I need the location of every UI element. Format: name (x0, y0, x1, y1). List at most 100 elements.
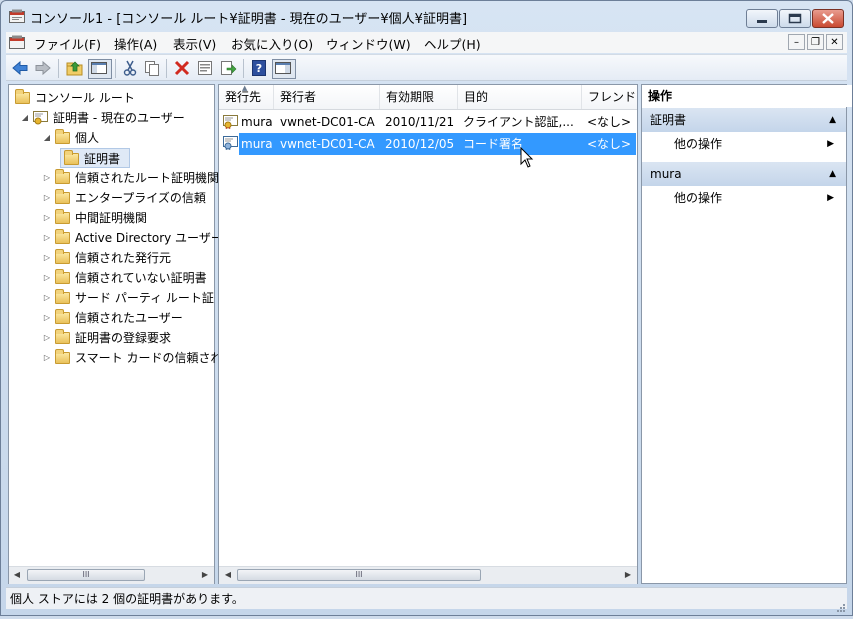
close-icon (822, 13, 834, 24)
tree-item-label: 証明書の登録要求 (75, 331, 172, 345)
collapsed-arrow-icon[interactable]: ▷ (42, 348, 52, 368)
collapsed-arrow-icon[interactable]: ▷ (42, 168, 52, 188)
list-header: 発行先 ▲ 発行者 有効期限 目的 フレンド (219, 85, 637, 110)
toolbar-separator (115, 59, 116, 78)
actions-section-title: mura (650, 167, 682, 181)
menu-favorites[interactable]: お気に入り(O) (231, 34, 313, 53)
hand-cursor-icon (520, 146, 534, 169)
tree-item[interactable]: ▷ スマート カードの信頼され (42, 348, 222, 368)
toolbar: ? (6, 54, 847, 81)
tree-item[interactable]: ▷ 信頼された発行元 (42, 248, 214, 268)
tree-scroll-thumb[interactable]: III (27, 569, 145, 581)
tree-horizontal-scrollbar[interactable]: ◀ III ▶ (9, 566, 214, 584)
collapsed-arrow-icon[interactable]: ▷ (42, 188, 52, 208)
column-issuer[interactable]: 発行者 (274, 85, 380, 109)
certificate-list-pane[interactable]: 発行先 ▲ 発行者 有効期限 目的 フレンド mura vwnet-DC01-C… (218, 84, 638, 584)
mdi-close-button[interactable]: ✕ (826, 34, 843, 50)
expanded-arrow-icon[interactable]: ◢ (20, 108, 30, 128)
menu-window[interactable]: ウィンドウ(W) (326, 34, 411, 53)
tree-item[interactable]: ◢ 個人 (42, 128, 214, 148)
more-actions-item[interactable]: 他の操作 ▶ (642, 133, 846, 155)
tree-item[interactable]: ▷ Active Directory ユーザー (42, 228, 223, 248)
title-bar[interactable]: コンソール1 - [コンソール ルート¥証明書 - 現在のユーザー¥個人¥証明書… (0, 0, 853, 32)
menu-action[interactable]: 操作(A) (114, 34, 157, 53)
tree-item[interactable]: ▷ 証明書の登録要求 (42, 328, 214, 348)
collapse-up-icon[interactable]: ▲ (829, 108, 836, 132)
minimize-icon (757, 20, 767, 23)
list-horizontal-scrollbar[interactable]: ◀ III ▶ (219, 566, 637, 584)
collapsed-arrow-icon[interactable]: ▷ (42, 308, 52, 328)
mdi-restore-button[interactable]: ❐ (807, 34, 824, 50)
expanded-arrow-icon[interactable]: ◢ (42, 128, 52, 148)
issued-to-cell: mura (241, 137, 273, 151)
tree-item[interactable]: 証明書 (60, 148, 130, 168)
console-tree-pane[interactable]: コンソール ルート ◢ 証明書 - 現在のユーザー ◢ 個人証明書 ▷ 信頼されたルート証明… (8, 84, 223, 584)
actions-section-title: 証明書 (650, 113, 687, 127)
list-scroll-thumb[interactable]: III (237, 569, 481, 581)
tree-item[interactable]: ▷ 中間証明機関 (42, 208, 214, 228)
tree-item[interactable]: ▷ エンタープライズの信頼 (42, 188, 214, 208)
tree-item-label: 証明書 (84, 152, 121, 166)
forward-arrow-icon[interactable] (34, 59, 52, 77)
show-action-pane-icon[interactable] (272, 59, 296, 79)
tree-item[interactable]: ▷ 信頼されたルート証明機関 (42, 168, 219, 188)
delete-icon[interactable] (173, 59, 191, 77)
back-arrow-icon[interactable] (11, 59, 29, 77)
status-text: 個人 ストアには 2 個の証明書があります。 (10, 592, 244, 606)
collapsed-arrow-icon[interactable]: ▷ (42, 208, 52, 228)
tree-item[interactable]: ▷ 信頼されていない証明書 (42, 268, 214, 288)
tree-item[interactable]: ▷ サード パーティ ルート証 (42, 288, 214, 308)
copy-icon[interactable] (143, 59, 161, 77)
tree-item-label: 個人 (75, 131, 100, 145)
minimize-button[interactable] (746, 9, 778, 28)
folder-icon (55, 209, 70, 224)
toolbar-separator (58, 59, 59, 78)
certificate-icon (223, 114, 238, 130)
close-button[interactable] (812, 9, 844, 28)
collapse-up-icon[interactable]: ▲ (829, 162, 836, 186)
tree-item[interactable]: ◢ 証明書 - 現在のユーザー (20, 108, 214, 128)
collapsed-arrow-icon[interactable]: ▷ (42, 268, 52, 288)
collapsed-arrow-icon[interactable]: ▷ (42, 228, 52, 248)
tree-item-label: エンタープライズの信頼 (75, 191, 206, 205)
scroll-right-icon[interactable]: ▶ (199, 569, 211, 581)
menu-help[interactable]: ヘルプ(H) (424, 34, 481, 53)
export-icon[interactable] (219, 59, 237, 77)
maximize-button[interactable] (779, 9, 811, 28)
column-issued-to[interactable]: 発行先 ▲ (219, 85, 274, 109)
column-expiration[interactable]: 有効期限 (380, 85, 458, 109)
mdi-minimize-button[interactable]: – (788, 34, 805, 50)
actions-section-mura[interactable]: mura ▲ (642, 162, 846, 186)
scroll-left-icon[interactable]: ◀ (222, 569, 234, 581)
mmc-document-icon[interactable] (9, 34, 25, 50)
friendly-name-cell: <なし> (587, 137, 632, 151)
sort-ascending-icon: ▲ (242, 85, 248, 92)
issuer-cell: vwnet-DC01-CA (280, 115, 375, 129)
tree-item[interactable]: コンソール ルート (15, 88, 214, 108)
expiration-cell: 2010/11/21 (385, 115, 455, 129)
scroll-left-icon[interactable]: ◀ (11, 569, 23, 581)
collapsed-arrow-icon[interactable]: ▷ (42, 248, 52, 268)
actions-section-certificates[interactable]: 証明書 ▲ (642, 108, 846, 132)
column-purpose[interactable]: 目的 (458, 85, 582, 109)
show-hide-tree-icon[interactable] (88, 59, 112, 79)
up-folder-icon[interactable] (66, 59, 84, 77)
menu-file[interactable]: ファイル(F) (34, 34, 101, 53)
resize-grip-icon[interactable] (835, 597, 845, 612)
actions-pane-title: 操作 (642, 85, 852, 107)
help-icon[interactable]: ? (250, 59, 268, 77)
certificate-row-selected[interactable]: mura vwnet-DC01-CA 2010/12/05 コード署名 <なし> (239, 133, 636, 155)
menu-view[interactable]: 表示(V) (173, 34, 216, 53)
scroll-right-icon[interactable]: ▶ (622, 569, 634, 581)
certificate-row[interactable]: mura vwnet-DC01-CA 2010/11/21 クライアント認証,.… (219, 111, 637, 133)
tree-item[interactable]: ▷ 信頼されたユーザー (42, 308, 214, 328)
submenu-arrow-icon: ▶ (827, 193, 834, 203)
tree-item-label: Active Directory ユーザー (75, 231, 223, 245)
column-friendly-name[interactable]: フレンド (582, 85, 637, 109)
collapsed-arrow-icon[interactable]: ▷ (42, 328, 52, 348)
actions-pane: 操作 証明書 ▲ 他の操作 ▶ mura ▲ 他の操作 ▶ (641, 84, 852, 584)
collapsed-arrow-icon[interactable]: ▷ (42, 288, 52, 308)
cut-icon[interactable] (121, 59, 139, 77)
more-actions-item[interactable]: 他の操作 ▶ (642, 187, 846, 209)
properties-icon[interactable] (196, 59, 214, 77)
